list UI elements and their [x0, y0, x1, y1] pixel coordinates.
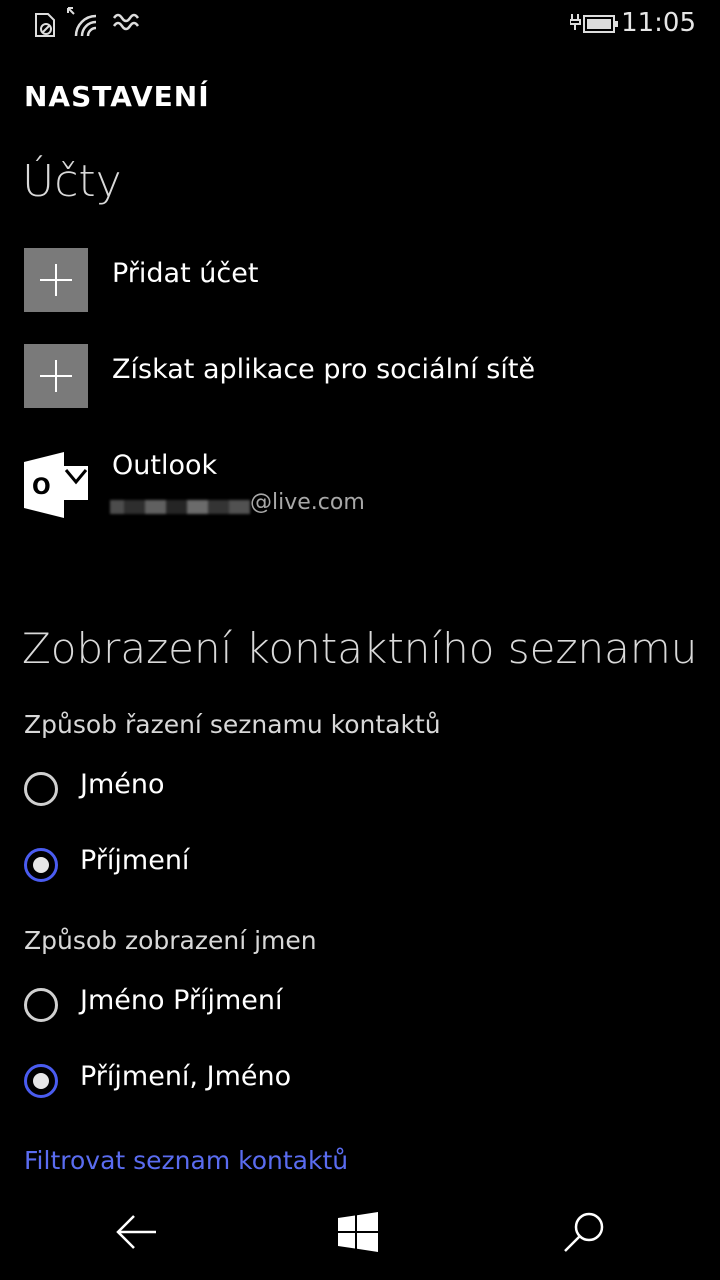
add-account-tile[interactable]	[24, 248, 88, 312]
page-title: NASTAVENÍ	[24, 80, 210, 113]
display-option-last-first[interactable]: Příjmení, Jméno	[24, 1061, 524, 1104]
navigation-bar	[0, 1182, 720, 1280]
sort-option-last-name[interactable]: Příjmení	[24, 845, 524, 888]
plus-icon	[40, 360, 72, 392]
radio-button[interactable]	[24, 988, 58, 1022]
get-social-apps-tile[interactable]	[24, 344, 88, 408]
filter-contacts-link[interactable]: Filtrovat seznam kontaktů	[24, 1146, 348, 1175]
sort-option-first-name[interactable]: Jméno	[24, 769, 524, 812]
get-social-apps-label[interactable]: Získat aplikace pro sociální sítě	[112, 354, 535, 385]
back-arrow-icon[interactable]	[114, 1212, 158, 1252]
radio-label[interactable]: Jméno	[80, 769, 165, 800]
radio-button-checked[interactable]	[24, 1064, 58, 1098]
vibrate-icon	[112, 13, 140, 31]
status-bar: 11:05	[0, 0, 720, 48]
add-account-label[interactable]: Přidat účet	[112, 258, 258, 289]
outlook-logo-letter: O	[32, 475, 51, 500]
outlook-account-name[interactable]: Outlook	[112, 450, 217, 481]
status-clock: 11:05	[621, 8, 696, 38]
display-option-first-last[interactable]: Jméno Příjmení	[24, 985, 524, 1028]
redacted-email	[110, 500, 250, 514]
sim-icon	[35, 13, 55, 37]
radio-button-checked[interactable]	[24, 848, 58, 882]
sort-order-label: Způsob řazení seznamu kontaktů	[24, 710, 441, 739]
search-icon[interactable]	[562, 1210, 606, 1254]
windows-start-icon[interactable]	[338, 1212, 378, 1252]
name-display-label: Způsob zobrazení jmen	[24, 926, 317, 955]
outlook-logo-icon: O	[24, 452, 88, 518]
plus-icon	[40, 264, 72, 296]
contact-view-section-title: Zobrazení kontaktního seznamu	[22, 624, 698, 673]
wifi-icon	[67, 7, 97, 37]
outlook-account-email: @live.com	[250, 490, 365, 515]
battery-charging-icon	[570, 14, 618, 33]
accounts-section-title: Účty	[22, 156, 122, 207]
radio-label[interactable]: Příjmení, Jméno	[80, 1061, 291, 1092]
radio-label[interactable]: Jméno Příjmení	[80, 985, 283, 1016]
radio-button[interactable]	[24, 772, 58, 806]
radio-label[interactable]: Příjmení	[80, 845, 189, 876]
